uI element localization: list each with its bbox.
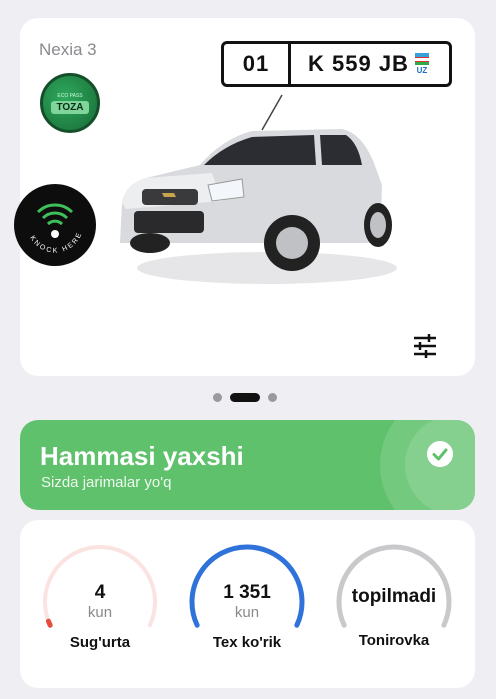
plate-region: 01 — [224, 44, 291, 84]
status-title: Hammasi yaxshi — [40, 441, 244, 471]
gauge-value: topilmadi — [351, 586, 437, 607]
eco-badge-label: TOZA — [51, 100, 89, 114]
gauge-inspection[interactable]: 1 351 kun Tex ko'rik — [187, 542, 307, 682]
gauge-unit: kun — [87, 604, 113, 621]
gauge-label: Tonirovka — [358, 632, 430, 649]
gauge-insurance[interactable]: 4 kun Sug'urta — [40, 542, 160, 682]
gauge-label: Tex ko'rik — [212, 634, 282, 651]
uz-flag-icon: UZ — [415, 53, 429, 75]
car-card[interactable]: Nexia 3 01 K 559 JB UZ ECO PASS TOZA KNO… — [14, 18, 475, 376]
knock-here-button[interactable]: KNOCK HERE — [14, 184, 96, 266]
license-plate: 01 K 559 JB UZ — [221, 41, 452, 87]
gauge-value: 4 — [94, 582, 106, 603]
eco-badge-small: ECO PASS — [57, 92, 83, 99]
fines-status-card[interactable]: Hammasi yaxshi Sizda jarimalar yo'q — [20, 420, 475, 510]
page-dot[interactable] — [213, 393, 222, 402]
settings-sliders-icon[interactable] — [412, 333, 438, 359]
gauge-value: 1 351 — [223, 582, 271, 603]
status-subtitle: Sizda jarimalar yo'q — [41, 474, 172, 491]
check-icon — [427, 441, 453, 467]
gauge-label: Sug'urta — [69, 634, 131, 651]
car-image — [120, 94, 397, 284]
car-model: Nexia 3 — [39, 40, 97, 59]
stats-card: 4 kun Sug'urta 1 351 kun Tex ko'rik topi… — [20, 520, 475, 688]
eco-badge[interactable]: ECO PASS TOZA — [40, 73, 100, 133]
page-dot-active[interactable] — [230, 393, 260, 402]
plate-country: UZ — [416, 66, 428, 75]
gauge-tinting[interactable]: topilmadi Tonirovka — [334, 542, 454, 682]
page-dot[interactable] — [268, 393, 277, 402]
plate-number: K 559 JB — [308, 51, 409, 76]
page-indicator[interactable] — [213, 393, 277, 402]
nfc-icon: KNOCK HERE — [28, 203, 82, 255]
gauge-fill — [45, 618, 53, 628]
gauge-unit: kun — [234, 604, 260, 621]
